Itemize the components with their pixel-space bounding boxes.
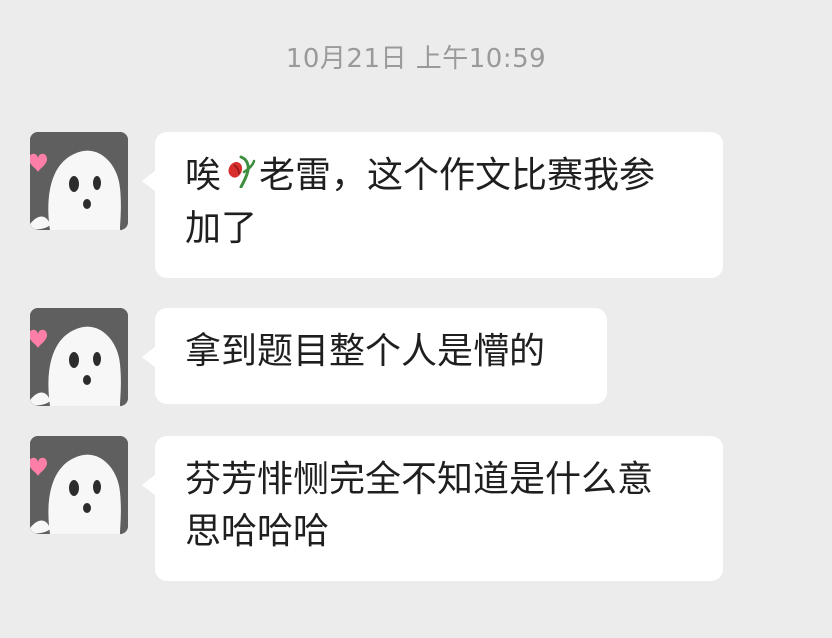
message-line: 思哈哈哈 xyxy=(185,511,330,552)
avatar[interactable] xyxy=(30,308,128,406)
ghost-avatar-icon xyxy=(30,132,128,230)
wilted-rose-icon xyxy=(223,151,257,203)
message-line: 芬芳悱恻完全不知道是什么意 xyxy=(185,459,654,500)
message-line: 加了 xyxy=(185,208,258,249)
message-line: 唉老雷，这个作文比赛我参 xyxy=(185,150,695,203)
ghost-avatar-icon xyxy=(30,436,128,534)
message-text: 唉 xyxy=(185,155,222,196)
message-bubble[interactable]: 拿到题目整个人是懵的 xyxy=(142,308,607,404)
message-bubble[interactable]: 唉老雷，这个作文比赛我参 加了 xyxy=(142,132,723,278)
message-row: 拿到题目整个人是懵的 xyxy=(30,308,607,406)
chat-timestamp: 10月21日 上午10:59 xyxy=(285,44,547,74)
message-row: 芬芳悱恻完全不知道是什么意 思哈哈哈 xyxy=(30,436,723,581)
message-text: 老雷，这个作文比赛我参 xyxy=(259,155,656,196)
message-bubble[interactable]: 芬芳悱恻完全不知道是什么意 思哈哈哈 xyxy=(142,436,723,581)
message-line: 拿到题目整个人是懵的 xyxy=(185,331,546,372)
avatar[interactable] xyxy=(30,436,128,534)
message-row: 唉老雷，这个作文比赛我参 加了 xyxy=(30,132,723,278)
avatar[interactable] xyxy=(30,132,128,230)
ghost-avatar-icon xyxy=(30,308,128,406)
